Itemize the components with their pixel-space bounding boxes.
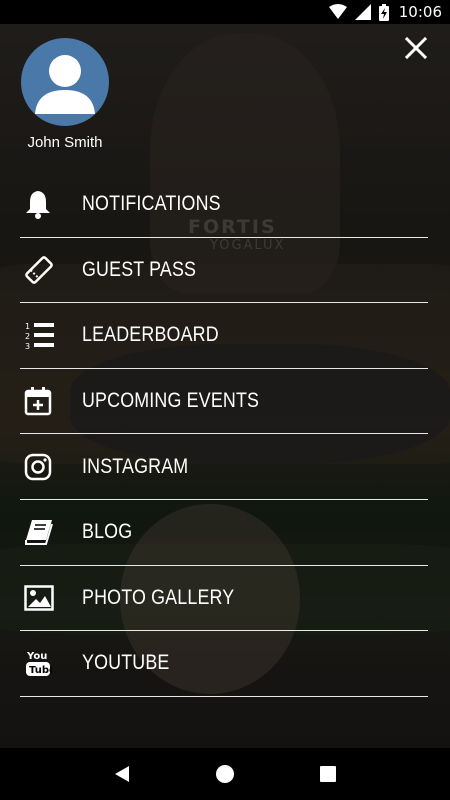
book-icon: [20, 512, 64, 552]
menu-item-instagram[interactable]: INSTAGRAM: [20, 434, 428, 500]
menu-label: NOTIFICATIONS: [82, 192, 221, 216]
svg-text:You: You: [26, 651, 47, 662]
menu-label: LEADERBOARD: [82, 323, 219, 347]
menu-label: INSTAGRAM: [82, 454, 189, 478]
status-time: 10:06: [398, 3, 442, 21]
drawer-menu: NOTIFICATIONS GUEST PASS 1 2 3 LEADERBOA…: [20, 172, 428, 697]
menu-label: PHOTO GALLERY: [82, 585, 235, 609]
image-icon: [20, 578, 64, 618]
menu-item-notifications[interactable]: NOTIFICATIONS: [20, 172, 428, 238]
navigation-drawer: John Smith NOTIFICATIONS GUEST PASS 1 2 …: [0, 24, 450, 748]
instagram-icon: [20, 447, 64, 487]
menu-item-blog[interactable]: BLOG: [20, 500, 428, 566]
menu-item-youtube[interactable]: You Tube YOUTUBE: [20, 631, 428, 697]
menu-item-upcoming-events[interactable]: UPCOMING EVENTS: [20, 369, 428, 435]
calendar-add-icon: [20, 381, 64, 421]
menu-label: YOUTUBE: [82, 651, 170, 675]
youtube-icon: You Tube: [20, 643, 64, 683]
default-avatar-icon: [35, 55, 95, 114]
back-button[interactable]: [102, 754, 142, 794]
battery-charging-icon: [378, 3, 389, 21]
svg-text:3: 3: [25, 342, 30, 350]
menu-item-photo-gallery[interactable]: PHOTO GALLERY: [20, 566, 428, 632]
system-nav-bar: [0, 748, 450, 800]
menu-label: BLOG: [82, 520, 133, 544]
recents-button[interactable]: [308, 754, 348, 794]
menu-item-guest-pass[interactable]: GUEST PASS: [20, 238, 428, 304]
status-bar: 10:06: [0, 0, 450, 24]
user-name: John Smith: [27, 134, 103, 151]
svg-text:Tube: Tube: [29, 665, 52, 676]
menu-item-leaderboard[interactable]: 1 2 3 LEADERBOARD: [20, 303, 428, 369]
back-icon: [114, 766, 129, 782]
bell-icon: [20, 184, 64, 224]
close-button[interactable]: [402, 34, 430, 62]
home-icon: [215, 765, 234, 783]
close-icon: [404, 36, 428, 60]
menu-label: UPCOMING EVENTS: [82, 389, 260, 413]
recents-icon: [320, 766, 337, 782]
avatar[interactable]: [21, 38, 109, 126]
ticket-icon: [20, 250, 64, 290]
wifi-icon: [328, 4, 347, 20]
cellular-icon: [354, 4, 371, 20]
svg-text:2: 2: [25, 332, 30, 341]
menu-label: GUEST PASS: [82, 257, 197, 281]
home-button[interactable]: [205, 754, 245, 794]
svg-text:1: 1: [25, 322, 30, 331]
numbered-list-icon: 1 2 3: [20, 315, 64, 355]
